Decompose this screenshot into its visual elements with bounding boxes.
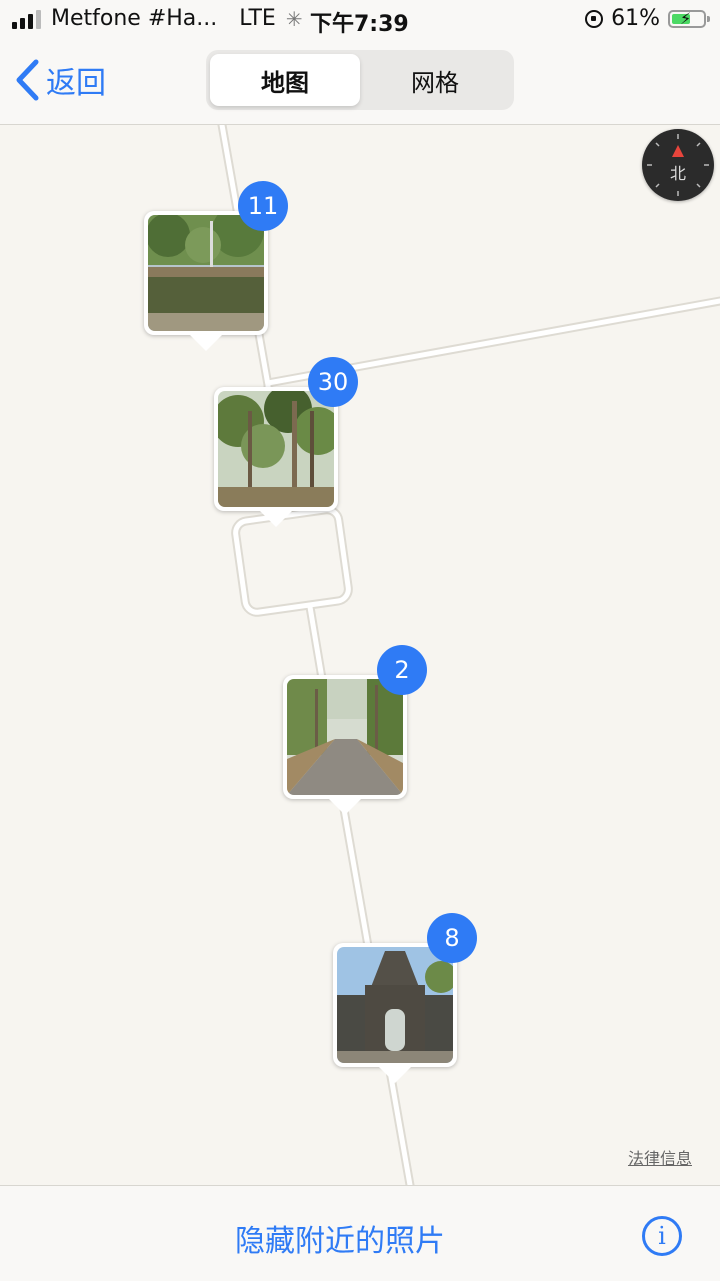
photo-count-badge: 30 — [308, 357, 358, 407]
photo-pin[interactable]: 2 — [283, 645, 427, 815]
carrier-name: Metfone #Ha... — [51, 6, 218, 31]
hide-nearby-photos-button[interactable]: 隐藏附近的照片 — [0, 1216, 680, 1260]
nav-bar: 返回 地图 网格 — [0, 40, 720, 125]
compass-north-label: 北 — [669, 164, 686, 183]
battery-icon: ⚡ — [668, 8, 710, 28]
photo-thumbnail — [287, 679, 403, 795]
segment-grid[interactable]: 网格 — [360, 54, 510, 106]
chevron-left-icon — [16, 59, 39, 101]
network-type: LTE — [239, 6, 276, 31]
photo-thumbnail — [148, 215, 264, 331]
back-button[interactable]: 返回 — [14, 58, 106, 102]
back-label: 返回 — [46, 66, 106, 101]
charging-bolt-icon: ⚡ — [680, 8, 692, 28]
status-time: 下午7:39 — [310, 12, 409, 37]
activity-spinner-icon: ✳ — [285, 6, 303, 31]
photo-pin[interactable]: 30 — [214, 357, 358, 527]
compass-button[interactable]: 北 — [642, 129, 714, 201]
status-right: 61% ⚡ — [585, 6, 710, 31]
photo-thumbnail — [337, 947, 453, 1063]
segment-map[interactable]: 地图 — [210, 54, 360, 106]
legal-info-link[interactable]: 法律信息 — [628, 1145, 692, 1169]
info-icon[interactable]: i — [642, 1216, 682, 1256]
photo-pin[interactable]: 8 — [333, 913, 477, 1083]
signal-icon — [12, 9, 41, 29]
pin-pointer — [260, 511, 292, 527]
rotation-lock-icon — [585, 9, 604, 28]
photo-pin[interactable]: 11 — [144, 181, 288, 351]
status-bar: Metfone #Ha... LTE ✳ 下午7:39 61% ⚡ — [0, 0, 720, 40]
photo-thumbnail — [218, 391, 334, 507]
pin-pointer — [190, 335, 222, 351]
pin-pointer — [329, 799, 361, 815]
pin-pointer — [379, 1067, 411, 1083]
photo-count-badge: 11 — [238, 181, 288, 231]
battery-percent: 61% — [611, 6, 660, 31]
bottom-toolbar: 隐藏附近的照片 i — [0, 1185, 720, 1281]
status-left: Metfone #Ha... LTE ✳ — [12, 6, 303, 31]
photo-count-badge: 8 — [427, 913, 477, 963]
photo-count-badge: 2 — [377, 645, 427, 695]
map-view[interactable]: 北 11 30 2 8 法律信息 — [0, 125, 720, 1185]
view-segmented-control: 地图 网格 — [206, 50, 514, 110]
